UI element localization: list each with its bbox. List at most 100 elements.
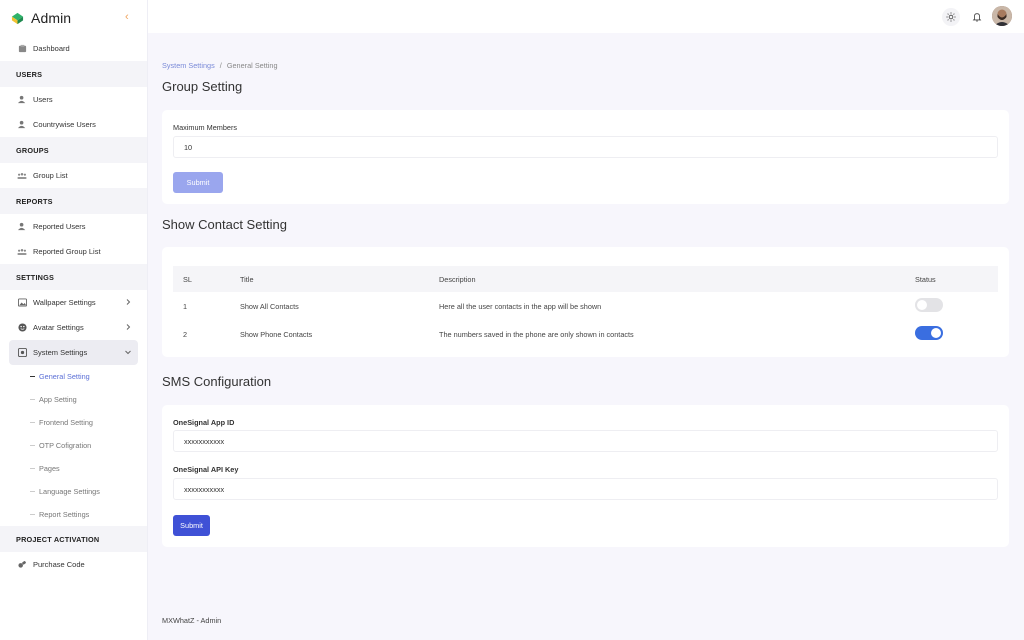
cell-description: Here all the user contacts in the app wi… — [439, 301, 602, 311]
sidebar-item-label: Countrywise Users — [33, 120, 96, 129]
theme-toggle-button[interactable] — [942, 8, 960, 26]
show-phone-contacts-toggle[interactable] — [915, 326, 943, 340]
breadcrumb-separator: / — [219, 61, 222, 70]
toggle-knob — [917, 300, 927, 310]
cell-sl: 2 — [183, 329, 188, 339]
section-reports: REPORTS — [0, 188, 147, 214]
contact-setting-title: Show Contact Setting — [162, 217, 288, 232]
toggle-knob — [931, 328, 941, 338]
section-settings: SETTINGS — [0, 264, 147, 290]
brand-name: Admin — [31, 10, 72, 26]
sidebar-item-purchase-code[interactable]: Purchase Code — [0, 552, 147, 577]
cell-status — [905, 292, 998, 320]
sidebar-item-reported-users[interactable]: Reported Users — [0, 214, 147, 239]
sidebar-item-label: Reported Users — [33, 222, 86, 231]
sms-config-title: SMS Configuration — [162, 374, 272, 389]
image-icon — [17, 298, 27, 308]
avatar-photo-icon — [992, 6, 1012, 26]
column-header-description: Description — [439, 274, 476, 284]
sidebar-item-label: System Settings — [33, 348, 88, 357]
sidebar-item-system-settings[interactable]: System Settings — [9, 340, 138, 365]
sidebar-item-reported-group-list[interactable]: Reported Group List — [0, 239, 147, 264]
max-members-label: Maximum Members — [173, 123, 238, 132]
sidebar-item-label: Avatar Settings — [33, 323, 84, 332]
sidebar-item-label: Wallpaper Settings — [33, 298, 96, 307]
sidebar-subitem-label: Frontend Setting — [39, 418, 93, 427]
notifications-button[interactable] — [968, 8, 986, 26]
system-settings-icon — [17, 348, 27, 358]
sidebar-subitem-general-setting[interactable]: General Setting — [0, 365, 147, 388]
sidebar-item-label: Purchase Code — [33, 560, 85, 569]
user-icon — [17, 120, 27, 130]
section-users: USERS — [0, 61, 147, 87]
sidebar-item-label: Users — [33, 95, 53, 104]
collapse-sidebar-icon[interactable]: ‹ — [125, 11, 129, 23]
chevron-down-icon — [125, 350, 131, 355]
sidebar-item-label: Reported Group List — [33, 247, 101, 256]
user-icon — [17, 222, 27, 232]
sidebar-subitem-language-settings[interactable]: Language Settings — [0, 480, 147, 503]
sms-config-submit-button[interactable]: Submit — [173, 515, 210, 536]
onesignal-api-key-input[interactable]: xxxxxxxxxxx — [173, 478, 998, 500]
brand: Admin ‹ — [0, 0, 147, 36]
sidebar-subitem-pages[interactable]: Pages — [0, 457, 147, 480]
sms-config-card: OneSignal App ID xxxxxxxxxxx OneSignal A… — [162, 405, 1009, 547]
sidebar-item-label: Dashboard — [33, 44, 70, 53]
table-row: 2 Show Phone Contacts The numbers saved … — [173, 320, 998, 348]
user-avatar[interactable] — [992, 6, 1012, 26]
section-project-activation: PROJECT ACTIVATION — [0, 526, 147, 552]
group-setting-submit-button[interactable]: Submit — [173, 172, 223, 193]
onesignal-app-id-label: OneSignal App ID — [173, 418, 235, 427]
sidebar-subitem-label: General Setting — [39, 372, 90, 381]
section-groups: GROUPS — [0, 137, 147, 163]
group-setting-card: Maximum Members 10 Submit — [162, 110, 1009, 204]
chevron-right-icon — [126, 299, 131, 305]
sidebar-item-avatar-settings[interactable]: Avatar Settings — [0, 315, 147, 340]
sidebar-subitem-label: App Setting — [39, 395, 77, 404]
breadcrumb-current: General Setting — [226, 61, 278, 70]
key-icon — [17, 560, 27, 570]
sidebar-subitem-label: Pages — [39, 464, 60, 473]
cell-status — [905, 320, 998, 348]
sun-icon — [946, 12, 956, 22]
main-content: System Settings / General Setting Group … — [148, 33, 1024, 640]
cell-title: Show All Contacts — [240, 301, 299, 311]
sidebar-item-dashboard[interactable]: Dashboard — [0, 36, 147, 61]
sidebar-item-group-list[interactable]: Group List — [0, 163, 147, 188]
column-header-status: Status — [915, 274, 936, 284]
user-icon — [17, 95, 27, 105]
sidebar-subitem-report-settings[interactable]: Report Settings — [0, 503, 147, 526]
cell-sl: 1 — [183, 301, 188, 311]
chevron-right-icon — [126, 324, 131, 330]
sidebar-item-label: Group List — [33, 171, 68, 180]
breadcrumb-link-system-settings[interactable]: System Settings — [162, 61, 215, 70]
sidebar: Admin ‹ Dashboard USERS Users Countrywis… — [0, 0, 148, 640]
sidebar-subitem-app-setting[interactable]: App Setting — [0, 388, 147, 411]
column-header-title: Title — [240, 274, 254, 284]
footer-text: MXWhatZ - Admin — [162, 616, 222, 625]
bell-icon — [972, 13, 982, 22]
table-row: 1 Show All Contacts Here all the user co… — [173, 292, 998, 320]
topbar — [148, 0, 1024, 33]
max-members-input[interactable]: 10 — [173, 136, 998, 158]
onesignal-app-id-input[interactable]: xxxxxxxxxxx — [173, 430, 998, 452]
onesignal-api-key-label: OneSignal API Key — [173, 465, 239, 474]
column-header-sl: SL — [183, 274, 192, 284]
show-all-contacts-toggle[interactable] — [915, 298, 943, 312]
cell-description: The numbers saved in the phone are only … — [439, 329, 634, 339]
group-icon — [17, 171, 27, 181]
sidebar-subitem-label: Report Settings — [39, 510, 90, 519]
contact-setting-card: SL Title Description Status 1 Show All C… — [162, 247, 1009, 357]
group-icon — [17, 247, 27, 257]
home-icon — [17, 44, 27, 54]
sidebar-subitem-otp-configuration[interactable]: OTP Cofigration — [0, 434, 147, 457]
sidebar-subitem-label: OTP Cofigration — [39, 441, 92, 450]
sidebar-subitem-frontend-setting[interactable]: Frontend Setting — [0, 411, 147, 434]
sidebar-subitem-label: Language Settings — [39, 487, 100, 496]
sidebar-item-wallpaper-settings[interactable]: Wallpaper Settings — [0, 290, 147, 315]
brand-logo-icon — [11, 12, 24, 24]
group-setting-title: Group Setting — [162, 79, 243, 94]
sidebar-item-users[interactable]: Users — [0, 87, 147, 112]
breadcrumb: System Settings / General Setting — [162, 61, 278, 70]
sidebar-item-countrywise-users[interactable]: Countrywise Users — [0, 112, 147, 137]
